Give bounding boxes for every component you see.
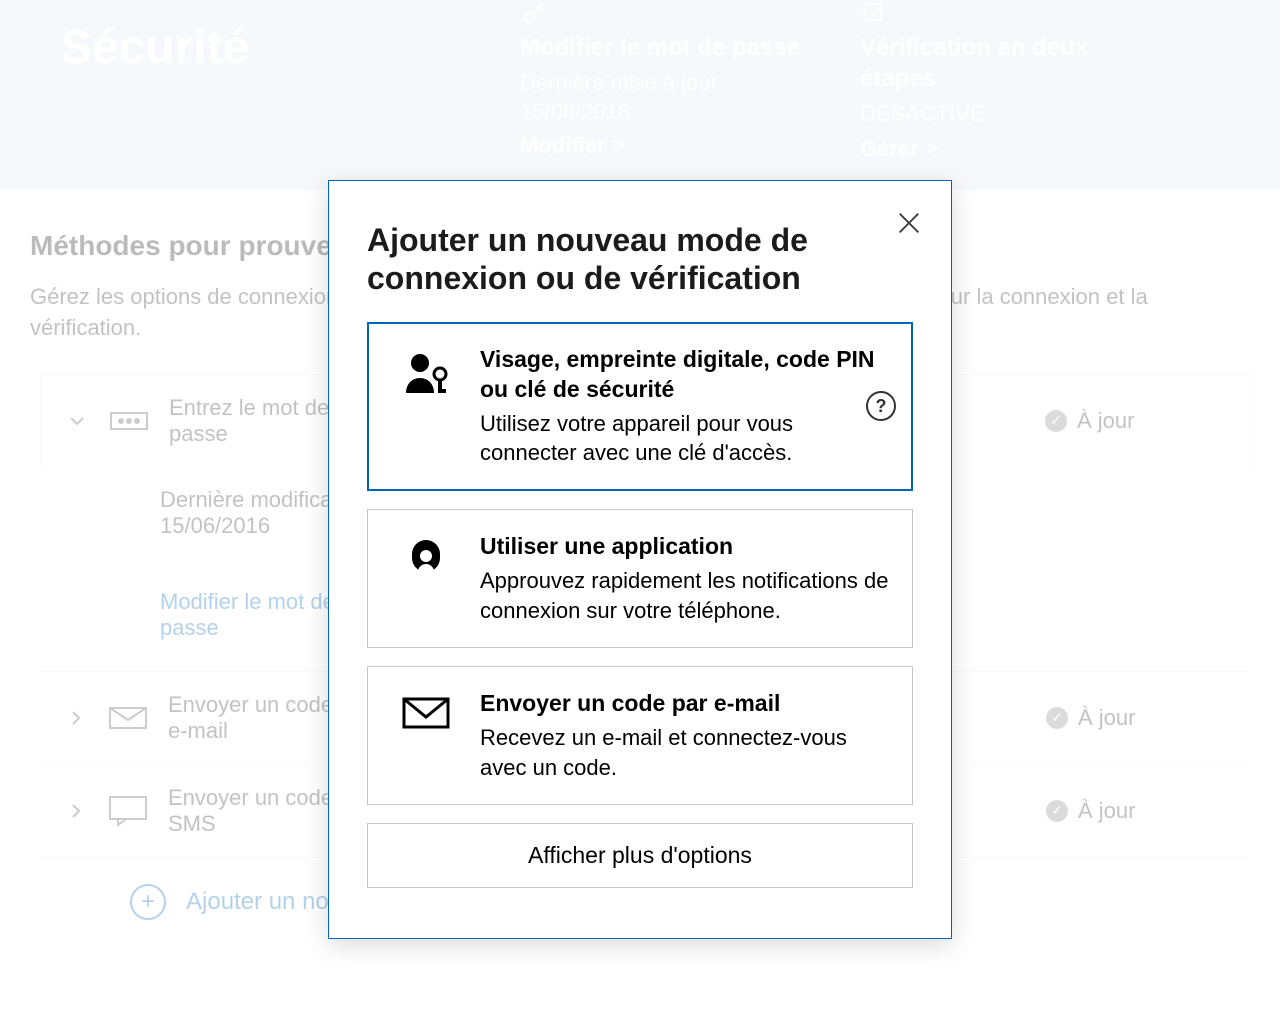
- modal-overlay: Ajouter un nouveau mode de connexion ou …: [0, 0, 1280, 1028]
- option-email-code[interactable]: Envoyer un code par e-mail Recevez un e-…: [367, 666, 913, 805]
- option-title: Utiliser une application: [480, 532, 890, 562]
- add-signin-method-modal: Ajouter un nouveau mode de connexion ou …: [328, 180, 952, 939]
- option-desc: Recevez un e-mail et connectez-vous avec…: [480, 723, 890, 782]
- show-more-options-button[interactable]: Afficher plus d'options: [367, 823, 913, 888]
- option-authenticator-app[interactable]: Utiliser une application Approuvez rapid…: [367, 509, 913, 648]
- close-button[interactable]: [895, 209, 923, 237]
- passkey-icon: [400, 349, 452, 401]
- option-title: Visage, empreinte digitale, code PIN ou …: [480, 345, 890, 405]
- envelope-icon: [400, 693, 452, 733]
- modal-title: Ajouter un nouveau mode de connexion ou …: [367, 221, 913, 298]
- option-title: Envoyer un code par e-mail: [480, 689, 890, 719]
- close-icon: [895, 209, 923, 237]
- option-desc: Approuvez rapidement les notifications d…: [480, 566, 890, 625]
- authenticator-icon: [400, 536, 452, 588]
- option-passkey[interactable]: Visage, empreinte digitale, code PIN ou …: [367, 322, 913, 491]
- help-icon[interactable]: ?: [866, 391, 896, 421]
- option-desc: Utilisez votre appareil pour vous connec…: [480, 409, 890, 468]
